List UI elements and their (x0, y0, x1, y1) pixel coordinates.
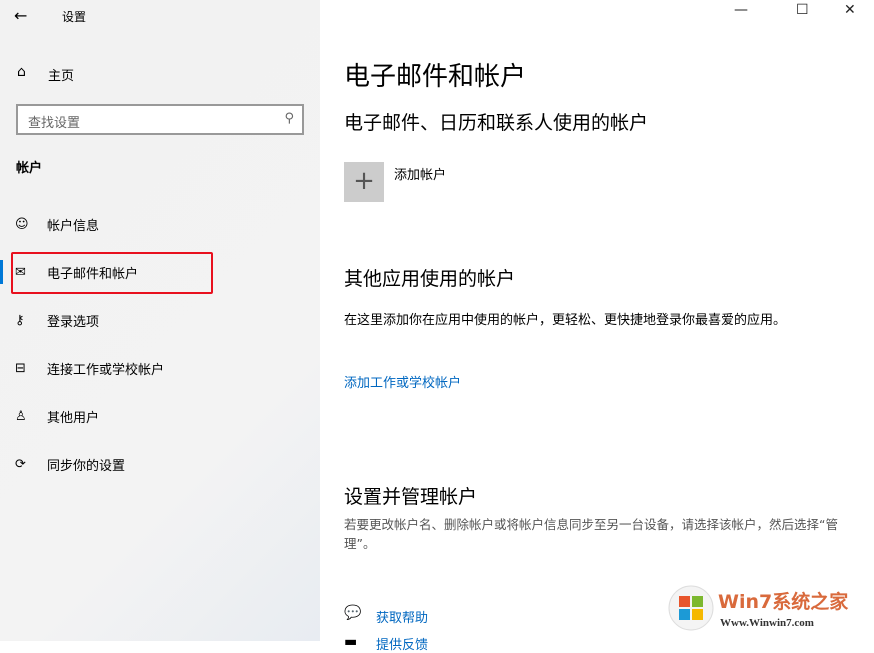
search-input[interactable]: 查找设置 ⚲ (16, 104, 304, 135)
sidebar-item-sync[interactable]: ⟳同步你的设置 (0, 444, 320, 484)
plus-icon[interactable]: + (344, 162, 384, 202)
sync-icon: ⟳ (0, 457, 47, 472)
maximize-button[interactable]: ☐ (796, 2, 809, 18)
sidebar: ← 设置 ⌂ 主页 查找设置 ⚲ 帐户 ☺帐户信息 ✉电子邮件和帐户 ⚷登录选项… (0, 0, 320, 641)
feedback-icon: ▬ (344, 634, 357, 650)
sidebar-item-label: 连接工作或学校帐户 (47, 359, 164, 378)
watermark-brand: Win7系统之家 (718, 587, 848, 614)
window-title: 设置 (62, 8, 86, 25)
sidebar-item-label: 登录选项 (47, 311, 99, 330)
home-link[interactable]: 主页 (48, 65, 74, 84)
get-help-link[interactable]: 获取帮助 (376, 607, 428, 626)
section-description: 若要更改帐户名、删除帐户或将帐户信息同步至另一台设备，请选择该帐户，然后选择“管… (344, 515, 854, 553)
key-icon: ⚷ (0, 313, 47, 328)
sidebar-item-work-school[interactable]: ⊟连接工作或学校帐户 (0, 348, 320, 388)
close-button[interactable]: ✕ (844, 2, 856, 18)
windows-logo-icon (668, 585, 714, 631)
sidebar-item-other-users[interactable]: ♙其他用户 (0, 396, 320, 436)
search-placeholder: 查找设置 (28, 112, 80, 131)
sidebar-item-account-info[interactable]: ☺帐户信息 (0, 204, 320, 244)
watermark: Win7系统之家 Www.Winwin7.com (668, 577, 868, 637)
add-work-school-link[interactable]: 添加工作或学校帐户 (344, 372, 461, 391)
back-button[interactable]: ← (14, 6, 27, 25)
sidebar-item-label: 其他用户 (47, 407, 99, 426)
watermark-url: Www.Winwin7.com (720, 617, 814, 629)
section-description: 在这里添加你在应用中使用的帐户，更轻松、更快捷地登录你最喜爱的应用。 (344, 311, 814, 330)
main-content: — ☐ ✕ 电子邮件和帐户 电子邮件、日历和联系人使用的帐户 + 添加帐户 其他… (320, 0, 874, 641)
section-title: 帐户 (16, 157, 42, 176)
feedback-link[interactable]: 提供反馈 (376, 634, 428, 653)
section-heading: 其他应用使用的帐户 (344, 264, 515, 291)
page-title: 电子邮件和帐户 (344, 56, 526, 93)
search-icon: ⚲ (284, 111, 294, 126)
section-heading: 设置并管理帐户 (344, 482, 477, 509)
minimize-button[interactable]: — (734, 2, 748, 18)
help-icon: 💬 (344, 605, 361, 621)
highlight-box (11, 252, 213, 294)
sidebar-item-sign-in-options[interactable]: ⚷登录选项 (0, 300, 320, 340)
briefcase-icon: ⊟ (0, 361, 47, 376)
person-add-icon: ♙ (0, 409, 47, 424)
add-account-button[interactable]: 添加帐户 (394, 164, 446, 183)
sidebar-item-label: 同步你的设置 (47, 455, 125, 474)
section-heading: 电子邮件、日历和联系人使用的帐户 (344, 108, 648, 135)
home-icon: ⌂ (17, 64, 26, 80)
sidebar-item-label: 帐户信息 (47, 215, 99, 234)
person-card-icon: ☺ (0, 217, 47, 232)
